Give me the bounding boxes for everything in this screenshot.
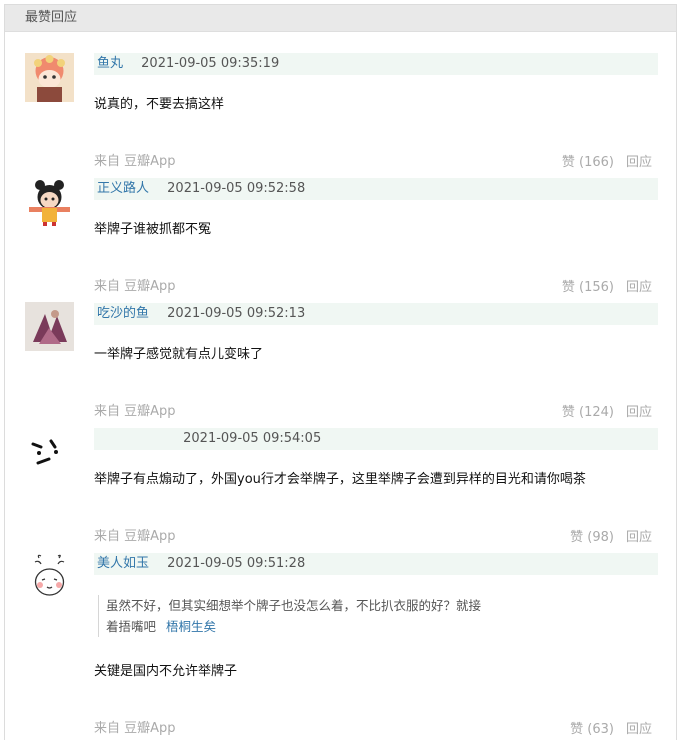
comment-time: 2021-09-05 09:35:19 (141, 56, 280, 71)
comment-author[interactable]: 美人如玉 (97, 556, 149, 571)
comment-meta: 2021-09-05 09:54:05 (94, 428, 658, 450)
section-title: 最赞回应 (5, 5, 676, 32)
comment-meta: 鱼丸 2021-09-05 09:35:19 (94, 53, 658, 75)
reply-button[interactable]: 回应 (626, 405, 652, 420)
comment-time: 2021-09-05 09:51:28 (167, 556, 306, 571)
avatar-bunny-doodle-image (25, 552, 74, 601)
comment-text: 举牌子谁被抓都不冤 (94, 222, 212, 237)
comment-actions: 赞 (166) 回应 (562, 151, 652, 170)
comment-meta: 正义路人 2021-09-05 09:52:58 (94, 178, 658, 200)
top-comments-panel: 最赞回应 鱼丸 2021-09-05 09:35:19 说真的，不要去搞这样 来… (4, 4, 677, 740)
avatar-cartoon-girl-image (25, 177, 74, 226)
reply-button[interactable]: 回应 (626, 722, 652, 737)
like-button[interactable]: 赞 (166) (562, 155, 614, 170)
avatar[interactable] (25, 177, 74, 226)
comment-author[interactable]: 吃沙的鱼 (97, 306, 149, 321)
quote-text-line: 虽然不好，但其实细想举个牌子也没怎么着，不比扒衣服的好？就接 (106, 598, 482, 613)
avatar[interactable] (25, 552, 74, 601)
comment-author[interactable]: 正义路人 (97, 181, 149, 196)
reply-button[interactable]: 回应 (626, 280, 652, 295)
reply-button[interactable]: 回应 (626, 530, 652, 545)
comment-text: 举牌子有点煽动了，外国you行才会举牌子，这里举牌子会遭到异样的目光和请你喝茶 (94, 472, 586, 487)
comment-author[interactable]: 鱼丸 (97, 56, 123, 71)
comment-text: 说真的，不要去搞这样 (94, 97, 225, 112)
comment-time: 2021-09-05 09:52:13 (167, 306, 306, 321)
avatar-photo-image (25, 302, 74, 351)
comment-text: 一举牌子感觉就有点儿变味了 (94, 347, 264, 362)
comment-actions: 赞 (156) 回应 (562, 276, 652, 295)
avatar-cat-image (25, 53, 74, 102)
comment-time: 2021-09-05 09:52:58 (167, 181, 306, 196)
comment-actions: 赞 (98) 回应 (570, 526, 652, 545)
comment-source: 来自 豆瓣App (94, 721, 176, 736)
avatar-face-doodle-image (25, 427, 74, 476)
comment-source: 来自 豆瓣App (94, 154, 176, 169)
comment-source: 来自 豆瓣App (94, 529, 176, 544)
comment-actions: 赞 (63) 回应 (570, 718, 652, 737)
quote-author[interactable]: 梧桐生矣 (166, 619, 216, 634)
comment-meta: 美人如玉 2021-09-05 09:51:28 (94, 553, 658, 575)
like-button[interactable]: 赞 (98) (570, 530, 614, 545)
comment-source: 来自 豆瓣App (94, 404, 176, 419)
comment-source: 来自 豆瓣App (94, 279, 176, 294)
avatar[interactable] (25, 302, 74, 351)
comment-actions: 赞 (124) 回应 (562, 401, 652, 420)
reply-button[interactable]: 回应 (626, 155, 652, 170)
like-button[interactable]: 赞 (156) (562, 280, 614, 295)
quote-text-line: 着捂嘴吧 (106, 619, 157, 634)
comment-text: 关键是国内不允许举牌子 (94, 664, 238, 679)
quoted-reply: 虽然不好，但其实细想举个牌子也没怎么着，不比扒衣服的好？就接 着捂嘴吧 梧桐生矣 (98, 595, 518, 637)
avatar[interactable] (25, 427, 74, 476)
like-button[interactable]: 赞 (63) (570, 722, 614, 737)
avatar[interactable] (25, 53, 74, 102)
comment-time: 2021-09-05 09:54:05 (183, 431, 322, 446)
comment-meta: 吃沙的鱼 2021-09-05 09:52:13 (94, 303, 658, 325)
like-button[interactable]: 赞 (124) (562, 405, 614, 420)
